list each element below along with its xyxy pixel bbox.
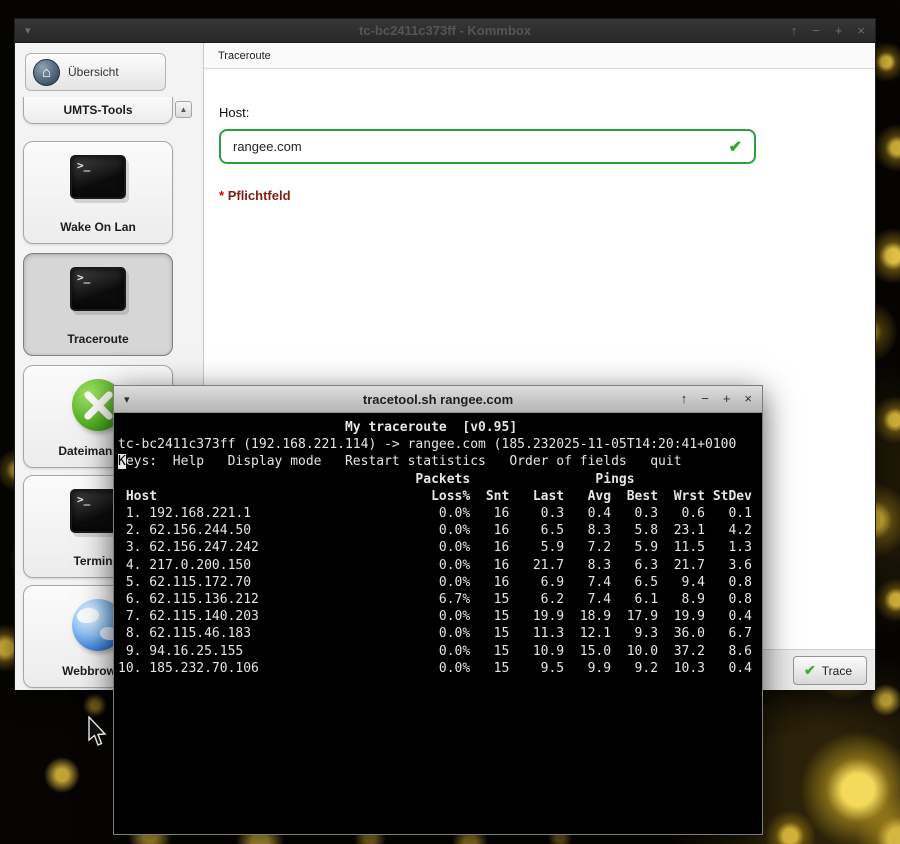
sidebar-item-label: UMTS-Tools xyxy=(24,103,172,117)
close-icon[interactable]: × xyxy=(857,19,865,43)
sidebar-item-umts-tools[interactable]: UMTS-Tools xyxy=(23,97,173,124)
required-hint: * Pflichtfeld xyxy=(219,188,291,203)
kommbox-window-controls: ↑ − + × xyxy=(791,19,875,43)
terminal-line: 4. 217.0.200.150 0.0% 16 21.7 8.3 6.3 21… xyxy=(118,557,762,574)
terminal-icon xyxy=(70,267,126,311)
trace-button-label: Trace xyxy=(822,664,852,678)
host-input[interactable]: rangee.com ✔ xyxy=(219,129,756,164)
host-input-value: rangee.com xyxy=(233,139,302,154)
tabbar: Traceroute xyxy=(204,43,875,69)
shade-icon[interactable]: ↑ xyxy=(681,387,688,411)
window-menu-icon[interactable]: ▾ xyxy=(25,24,31,37)
tracetool-window-controls: ↑ − + × xyxy=(681,387,762,411)
minimize-icon[interactable]: − xyxy=(701,387,709,411)
kommbox-window-title: tc-bc2411c373ff - Kommbox xyxy=(15,23,875,38)
sidebar-item-label: Traceroute xyxy=(24,332,172,346)
terminal-line: My traceroute [v0.95] xyxy=(118,419,762,436)
required-asterisk: * xyxy=(219,188,224,203)
tracetool-window: ▾ tracetool.sh rangee.com ↑ − + × My tra… xyxy=(113,385,763,835)
maximize-icon[interactable]: + xyxy=(723,387,731,411)
mouse-cursor xyxy=(88,716,110,748)
terminal-line: 7. 62.115.140.203 0.0% 15 19.9 18.9 17.9… xyxy=(118,608,762,625)
terminal-line: Packets Pings xyxy=(118,471,762,488)
terminal-cursor: K xyxy=(118,454,126,469)
shade-icon[interactable]: ↑ xyxy=(791,19,798,43)
terminal-line: 8. 62.115.46.183 0.0% 15 11.3 12.1 9.3 3… xyxy=(118,625,762,642)
sidebar-item-traceroute[interactable]: Traceroute xyxy=(23,253,173,356)
terminal-line: 1. 192.168.221.1 0.0% 16 0.3 0.4 0.3 0.6… xyxy=(118,505,762,522)
maximize-icon[interactable]: + xyxy=(835,19,843,43)
tracetool-titlebar[interactable]: ▾ tracetool.sh rangee.com ↑ − + × xyxy=(114,386,762,413)
mtr-output: My traceroute [v0.95]tc-bc2411c373ff (19… xyxy=(118,419,762,677)
sidebar-item-wake-on-lan[interactable]: Wake On Lan xyxy=(23,141,173,244)
terminal-line: Host Loss% Snt Last Avg Best Wrst StDev xyxy=(118,488,762,505)
home-icon xyxy=(33,59,60,86)
valid-check-icon: ✔ xyxy=(729,137,742,157)
terminal-line: 3. 62.156.247.242 0.0% 16 5.9 7.2 5.9 11… xyxy=(118,539,762,556)
required-text: Pflichtfeld xyxy=(228,188,291,203)
scrollbar-up-button[interactable]: ▲ xyxy=(175,101,192,118)
terminal-line: 10. 185.232.70.106 0.0% 15 9.5 9.9 9.2 1… xyxy=(118,660,762,677)
close-icon[interactable]: × xyxy=(744,387,752,411)
overview-label: Übersicht xyxy=(68,65,119,79)
trace-button[interactable]: ✔ Trace xyxy=(793,656,867,685)
window-menu-icon[interactable]: ▾ xyxy=(124,393,130,406)
terminal-icon xyxy=(70,155,126,199)
kommbox-titlebar[interactable]: ▾ tc-bc2411c373ff - Kommbox ↑ − + × xyxy=(15,19,875,43)
terminal-line: tc-bc2411c373ff (192.168.221.114) -> ran… xyxy=(118,436,762,453)
terminal-line: Keys: Help Display mode Restart statisti… xyxy=(118,453,762,470)
host-label: Host: xyxy=(219,105,249,120)
terminal-line: 9. 94.16.25.155 0.0% 15 10.9 15.0 10.0 3… xyxy=(118,643,762,660)
terminal-output[interactable]: My traceroute [v0.95]tc-bc2411c373ff (19… xyxy=(114,413,762,834)
terminal-line: 5. 62.115.172.70 0.0% 16 6.9 7.4 6.5 9.4… xyxy=(118,574,762,591)
trace-check-icon: ✔ xyxy=(804,662,816,679)
scroll-up-icon: ▲ xyxy=(180,105,188,114)
minimize-icon[interactable]: − xyxy=(812,19,820,43)
terminal-line: 6. 62.115.136.212 6.7% 15 6.2 7.4 6.1 8.… xyxy=(118,591,762,608)
tracetool-window-title: tracetool.sh rangee.com xyxy=(114,392,762,407)
desktop: ▾ tc-bc2411c373ff - Kommbox ↑ − + × Über… xyxy=(0,0,900,844)
tab-traceroute[interactable]: Traceroute xyxy=(218,43,271,69)
sidebar-item-label: Wake On Lan xyxy=(24,220,172,234)
terminal-line: 2. 62.156.244.50 0.0% 16 6.5 8.3 5.8 23.… xyxy=(118,522,762,539)
sidebar-item-uebersicht[interactable]: Übersicht xyxy=(25,53,166,91)
